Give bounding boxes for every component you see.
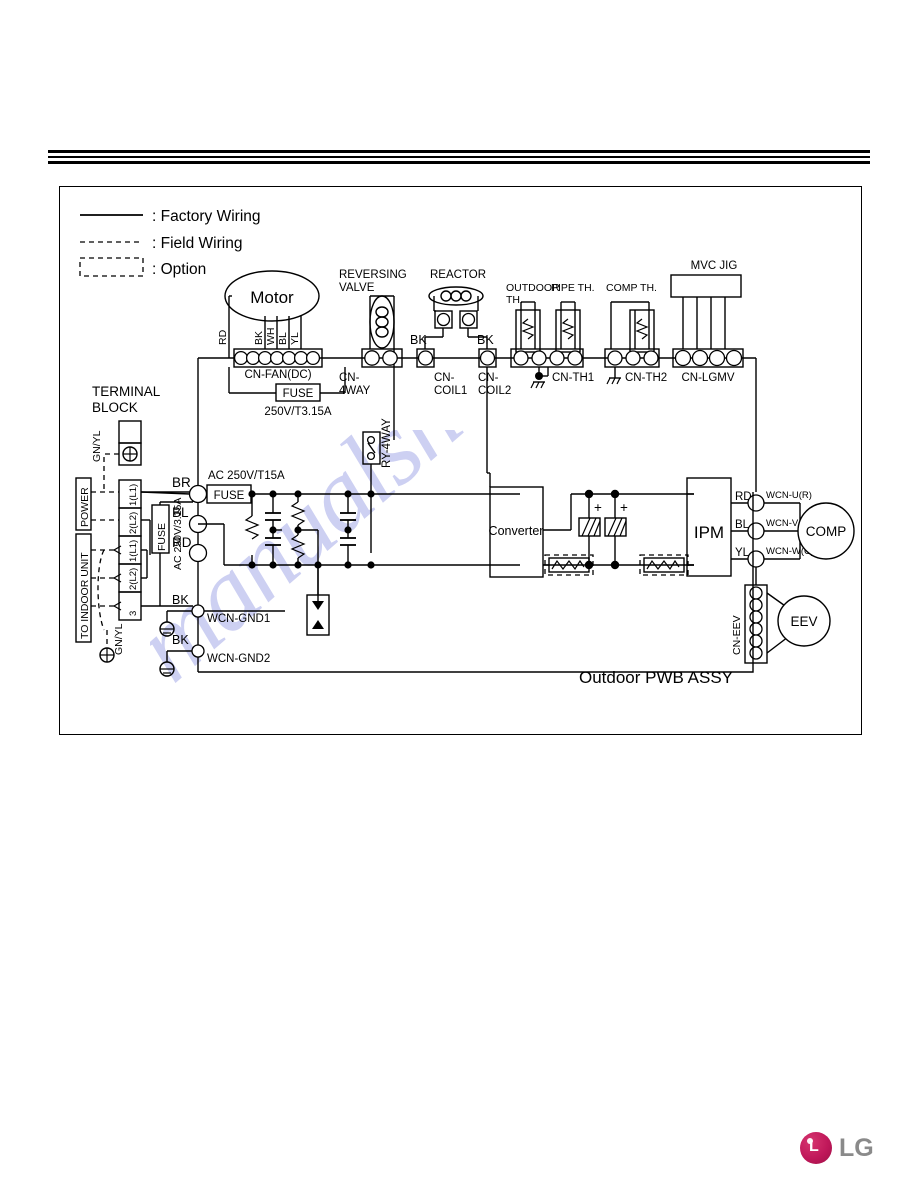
converter-label: Converter: [489, 524, 544, 538]
capacitor-plus-1: +: [594, 500, 602, 515]
wire-label-coil2-bk: BK: [477, 333, 494, 347]
terminal-block-label-1: TERMINAL: [92, 384, 161, 399]
wire-label-coil1-bk: BK: [410, 333, 427, 347]
lg-logo: L LG: [800, 1128, 892, 1168]
page-root: manualshive.com .w {stroke:#000;stroke-w…: [0, 0, 918, 1188]
capacitor-plus-2: +: [620, 500, 628, 515]
terminal-pin-2: 2(L2): [128, 512, 139, 534]
comp-label: COMP: [806, 524, 847, 539]
wire-label-line-br: BR: [172, 475, 191, 490]
wire-label-gnd-bk2: BK: [172, 633, 189, 647]
wire-label-gnd-bk1: BK: [172, 593, 189, 607]
main-fuse-label: FUSE: [214, 490, 245, 502]
connector-label-cn-coil1-2: COIL1: [434, 385, 467, 397]
wire-label-gnyl-top: GN/YL: [91, 430, 103, 462]
reversing-valve-label-1: REVERSING: [339, 269, 407, 281]
comp-th-label: COMP TH.: [606, 282, 657, 294]
connector-label-cn-fan: CN-FAN(DC): [244, 369, 311, 381]
terminal-block-label-2: BLOCK: [92, 400, 138, 415]
relay-label-ry-4way: RY-4WAY: [381, 418, 393, 468]
fan-fuse-label: FUSE: [283, 388, 314, 400]
wire-label-motor-wh: WH: [265, 328, 277, 346]
legend-label-field: : Field Wiring: [152, 235, 242, 252]
legend-label-option: : Option: [152, 261, 206, 278]
connector-label-cn-4way-2: 4WAY: [339, 385, 371, 397]
fan-fuse-rating: 250V/T3.15A: [264, 406, 331, 418]
mvc-jig-label: MVC JIG: [691, 260, 738, 272]
wire-label-motor-bl: BL: [277, 332, 289, 345]
wire-label-ipm-yl: YL: [735, 547, 750, 559]
pipe-th-label: PIPE TH.: [551, 282, 595, 294]
terminal-pin-4: 2(L2): [128, 568, 139, 590]
main-fuse-rating: AC 250V/T15A: [208, 470, 285, 482]
wire-label-line-bl: BL: [172, 505, 189, 520]
terminal-pin-3: 1(L1): [128, 540, 139, 562]
terminal-pin-1: 1(L1): [128, 484, 139, 506]
ipm-label: IPM: [694, 523, 724, 542]
connector-label-cn-eev: CN-EEV: [731, 615, 743, 655]
motor-label: Motor: [250, 288, 294, 307]
terminal-pin-5: 3: [128, 611, 139, 616]
connector-label-cn-coil2-2: COIL2: [478, 385, 511, 397]
terminal-indoor-label: TO INDOOR UNIT: [79, 552, 91, 639]
wire-label-motor-rd: RD: [217, 329, 229, 345]
connector-label-cn-4way-1: CN-: [339, 372, 360, 384]
connector-label-cn-th2: CN-TH2: [625, 372, 667, 384]
wire-label-motor-bk: BK: [253, 331, 265, 345]
connector-label-cn-coil2-1: CN-: [478, 372, 499, 384]
wiring-diagram: .w {stroke:#000;stroke-width:1.4;fill:no…: [0, 0, 918, 1188]
eev-label: EEV: [790, 614, 817, 629]
wire-label-ipm-bl: BL: [735, 519, 750, 531]
wire-label-gnyl-bottom: GN/YL: [113, 623, 125, 655]
connector-label-cn-th1: CN-TH1: [552, 372, 594, 384]
wire-label-motor-yl: YL: [289, 332, 301, 345]
legend-label-factory: : Factory Wiring: [152, 208, 261, 225]
lg-logo-text: LG: [839, 1133, 874, 1162]
wire-label-line-rd: RD: [172, 535, 192, 550]
ground-label-wcn-gnd1: WCN-GND1: [207, 613, 270, 625]
reversing-valve-label-2: VALVE: [339, 282, 375, 294]
ground-label-wcn-gnd2: WCN-GND2: [207, 653, 270, 665]
pwb-assy-title: Outdoor PWB ASSY: [579, 668, 733, 687]
connector-label-cn-coil1-1: CN-: [434, 372, 455, 384]
comp-terminal-u: WCN-U(R): [766, 490, 812, 501]
reactor-label: REACTOR: [430, 269, 486, 281]
terminal-power-label: POWER: [79, 487, 91, 527]
tb-fuse-label: FUSE: [156, 523, 168, 551]
lg-logo-mark: L: [800, 1132, 832, 1164]
lg-logo-letter: L: [809, 1138, 819, 1155]
connector-label-cn-lgmv: CN-LGMV: [681, 372, 734, 384]
